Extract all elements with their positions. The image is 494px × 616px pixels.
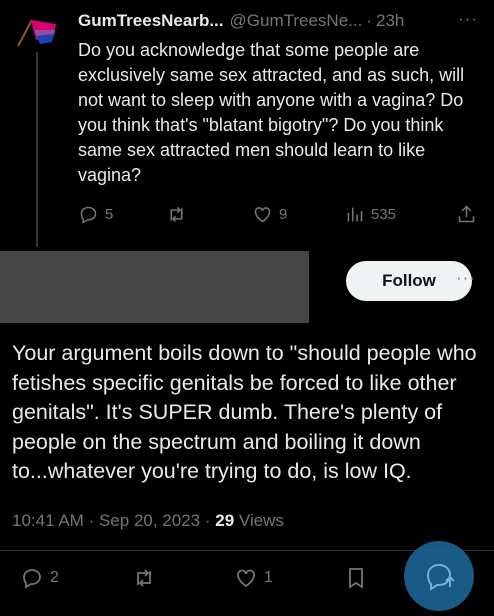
like-icon xyxy=(254,207,271,223)
retweet-icon xyxy=(170,206,183,223)
views-count: 535 xyxy=(371,206,397,223)
reply-actions: 5 9 535 xyxy=(78,204,478,232)
views-icon xyxy=(347,207,363,222)
tweet-text: Your argument boils down to "should peop… xyxy=(12,341,477,483)
tweet-retweet-button[interactable] xyxy=(132,566,156,590)
reply-retweet-button[interactable] xyxy=(166,204,187,225)
pride-flag-icon xyxy=(17,19,56,47)
tweet-meta: 10:41 AM · Sep 20, 2023 · 29 Views xyxy=(12,511,284,531)
tweet-like-count: 1 xyxy=(264,569,273,586)
reply-more-button[interactable]: ··· xyxy=(458,9,478,29)
reply-reply-button[interactable]: 5 xyxy=(78,204,113,225)
like-count: 9 xyxy=(279,206,288,223)
tweet-more-button[interactable]: ··· xyxy=(456,268,476,288)
thread-line xyxy=(36,52,38,247)
views-label: Views xyxy=(234,511,284,530)
tweet-date[interactable]: Sep 20, 2023 xyxy=(99,511,200,530)
avatar[interactable] xyxy=(14,10,58,54)
reply-header: GumTreesNearb... @GumTreesNe... · 23h xyxy=(78,9,486,33)
tweet-reply-button[interactable]: 2 xyxy=(20,566,59,590)
reply-icon xyxy=(80,206,97,224)
meta-separator: · xyxy=(88,511,95,530)
compose-icon xyxy=(426,563,455,591)
tweet-time[interactable]: 10:41 AM xyxy=(12,511,84,530)
reply-display-name[interactable]: GumTreesNearb... xyxy=(78,11,224,31)
compose-button[interactable] xyxy=(404,541,474,611)
reply-like-button[interactable]: 9 xyxy=(252,204,287,225)
redacted-author xyxy=(0,251,309,323)
views-number[interactable]: 29 xyxy=(215,511,234,530)
tweet-reply-count: 2 xyxy=(50,569,59,586)
reply-text: Do you acknowledge that some people are … xyxy=(78,40,465,185)
tweet-like-button[interactable]: 1 xyxy=(234,566,273,590)
reply-username[interactable]: @GumTreesNe... xyxy=(230,11,363,31)
reply-separator: · xyxy=(366,11,373,30)
retweet-icon xyxy=(137,569,151,587)
reply-share-button[interactable] xyxy=(456,204,477,225)
follow-button[interactable]: Follow xyxy=(346,261,472,301)
reply-views-button[interactable]: 535 xyxy=(344,204,396,225)
meta-separator: · xyxy=(204,511,211,530)
tweet-bookmark-button[interactable] xyxy=(344,566,368,590)
like-icon xyxy=(237,569,255,588)
reply-count: 5 xyxy=(105,206,114,223)
reply-icon xyxy=(23,569,41,589)
reply-time[interactable]: 23h xyxy=(376,11,404,31)
bookmark-icon xyxy=(349,568,363,589)
share-icon xyxy=(458,205,475,223)
